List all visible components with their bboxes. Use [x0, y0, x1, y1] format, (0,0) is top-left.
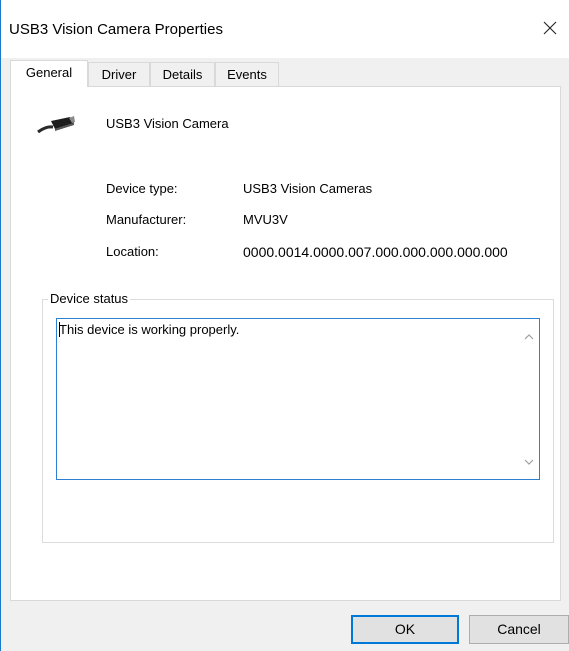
- location-label: Location:: [106, 244, 159, 259]
- title-bar: USB3 Vision Camera Properties: [1, 0, 569, 58]
- manufacturer-value: MVU3V: [243, 212, 288, 227]
- tab-events[interactable]: Events: [215, 62, 279, 86]
- tab-label: Driver: [101, 67, 137, 82]
- device-name: USB3 Vision Camera: [106, 116, 229, 131]
- cancel-button[interactable]: Cancel: [469, 615, 569, 644]
- tab-driver[interactable]: Driver: [88, 62, 150, 86]
- general-tab-panel: USB3 Vision Camera Device type: USB3 Vis…: [10, 86, 561, 601]
- scroll-up-button[interactable]: [522, 330, 536, 344]
- cancel-button-label: Cancel: [497, 621, 541, 637]
- ok-button[interactable]: OK: [351, 615, 459, 644]
- chevron-down-icon: [524, 459, 534, 465]
- scroll-down-button[interactable]: [522, 455, 536, 469]
- close-icon: [543, 21, 557, 35]
- properties-dialog: USB3 Vision Camera Properties General Dr…: [0, 0, 569, 651]
- tab-general[interactable]: General: [10, 60, 88, 87]
- text-caret: [59, 322, 60, 337]
- ok-button-label: OK: [394, 621, 416, 637]
- device-status-group: Device status This device is working pro…: [42, 291, 554, 543]
- close-button[interactable]: [530, 10, 569, 46]
- location-value: 0000.0014.0000.007.000.000.000.000.000: [243, 244, 508, 260]
- usb-cable-icon: [37, 116, 75, 134]
- tab-details[interactable]: Details: [150, 62, 215, 86]
- device-status-textbox[interactable]: This device is working properly.: [56, 318, 540, 480]
- tab-label: Events: [227, 67, 267, 82]
- manufacturer-label: Manufacturer:: [106, 212, 187, 227]
- chevron-up-icon: [524, 334, 534, 340]
- tab-label: General: [25, 65, 73, 80]
- device-type-value: USB3 Vision Cameras: [243, 181, 373, 196]
- window-title: USB3 Vision Camera Properties: [9, 21, 223, 38]
- device-type-label: Device type:: [106, 181, 178, 196]
- device-status-legend: Device status: [48, 291, 131, 306]
- tab-label: Details: [162, 67, 203, 82]
- device-status-text: This device is working properly.: [59, 322, 240, 337]
